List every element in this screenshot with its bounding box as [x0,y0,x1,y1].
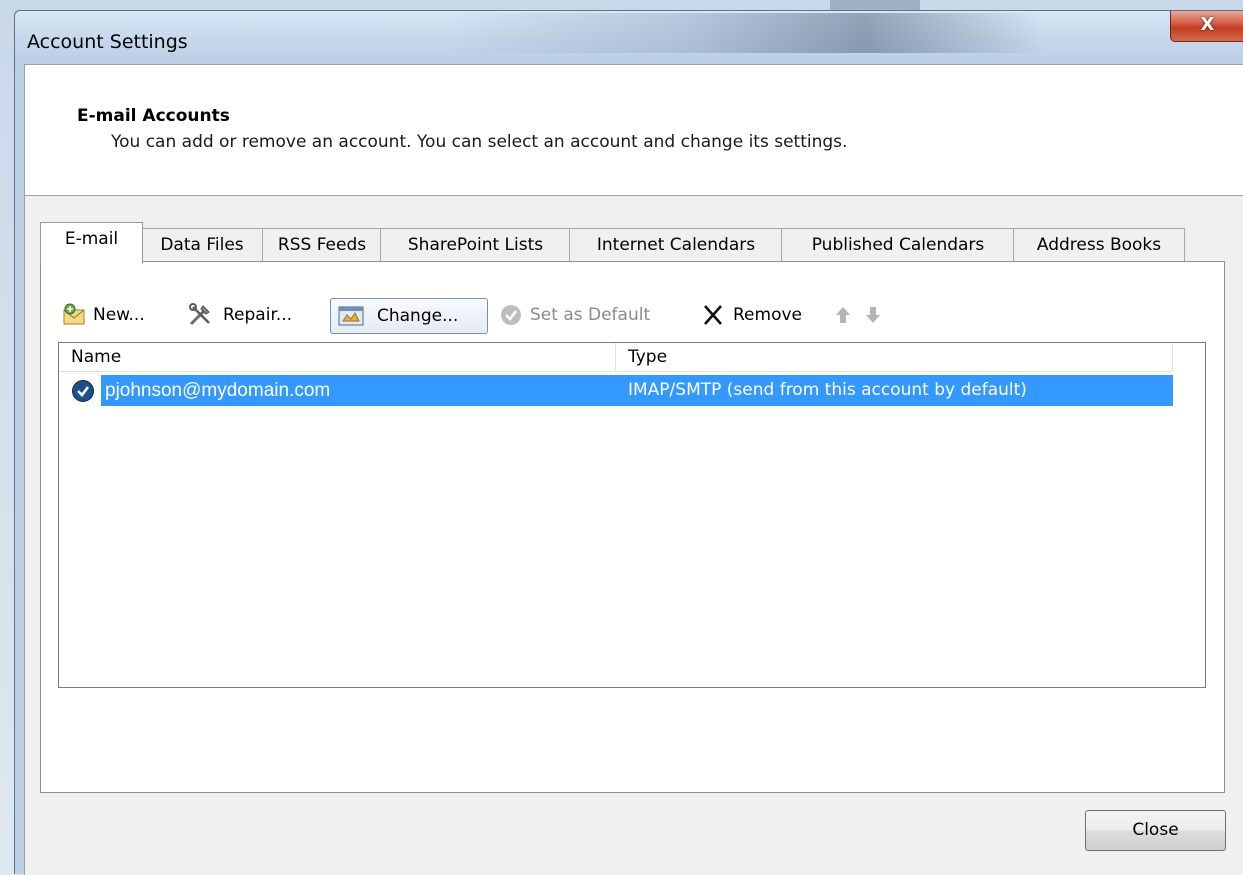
window-close-button[interactable]: X [1170,11,1243,42]
account-name-cell: pjohnson@mydomain.com [105,380,331,401]
column-header-name-label: Name [71,347,122,367]
repair-button[interactable]: Repair... [183,298,323,332]
remove-icon [704,305,722,325]
header-panel: E-mail Accounts You can add or remove an… [25,65,1243,196]
remove-button[interactable]: Remove [699,298,819,332]
column-divider[interactable] [1172,343,1173,371]
account-settings-dialog: Account Settings X E-mail Accounts You c… [14,10,1243,875]
move-up-button[interactable] [833,298,855,332]
set-as-default-label: Set as Default [530,305,651,325]
change-button[interactable]: Change... [330,298,488,334]
column-header-type[interactable]: Type [616,343,1172,372]
default-account-check-icon [72,380,94,402]
move-up-icon [836,307,850,323]
account-list[interactable]: Name Type pjohnson@mydomain.com IMAP/SMT… [58,342,1206,688]
dialog-body: E-mail Accounts You can add or remove an… [24,64,1243,875]
tab-sharepoint-lists[interactable]: SharePoint Lists [380,228,571,262]
tab-email[interactable]: E-mail [40,222,143,264]
title-bar: Account Settings X [15,11,1243,69]
set-default-icon [501,305,521,325]
move-down-button[interactable] [863,298,885,332]
tab-address-books[interactable]: Address Books [1013,228,1185,262]
remove-button-label: Remove [733,305,802,325]
email-tab-panel: New... Repair... Change... Set as Defaul… [40,261,1225,793]
change-button-label: Change... [377,306,459,326]
section-description: You can add or remove an account. You ca… [111,132,848,152]
move-down-icon [866,307,880,323]
set-as-default-button[interactable]: Set as Default [496,298,686,332]
column-header-name[interactable]: Name [59,343,615,372]
close-button[interactable]: Close [1085,810,1226,851]
dialog-title: Account Settings [27,31,188,53]
new-button[interactable]: New... [59,298,169,332]
repair-icon [189,303,210,326]
new-button-label: New... [93,305,145,325]
column-header-type-label: Type [628,347,668,367]
section-title: E-mail Accounts [77,106,230,126]
tab-rss-feeds[interactable]: RSS Feeds [262,228,382,262]
tab-data-files[interactable]: Data Files [141,228,263,262]
account-type-cell: IMAP/SMTP (send from this account by def… [628,380,1027,400]
change-icon [338,306,364,326]
title-bar-reflection [445,13,1045,53]
close-icon: X [1200,14,1215,35]
tab-published-calendars[interactable]: Published Calendars [781,228,1015,262]
repair-button-label: Repair... [223,305,293,325]
tab-internet-calendars[interactable]: Internet Calendars [569,228,783,262]
new-account-icon [63,303,85,325]
